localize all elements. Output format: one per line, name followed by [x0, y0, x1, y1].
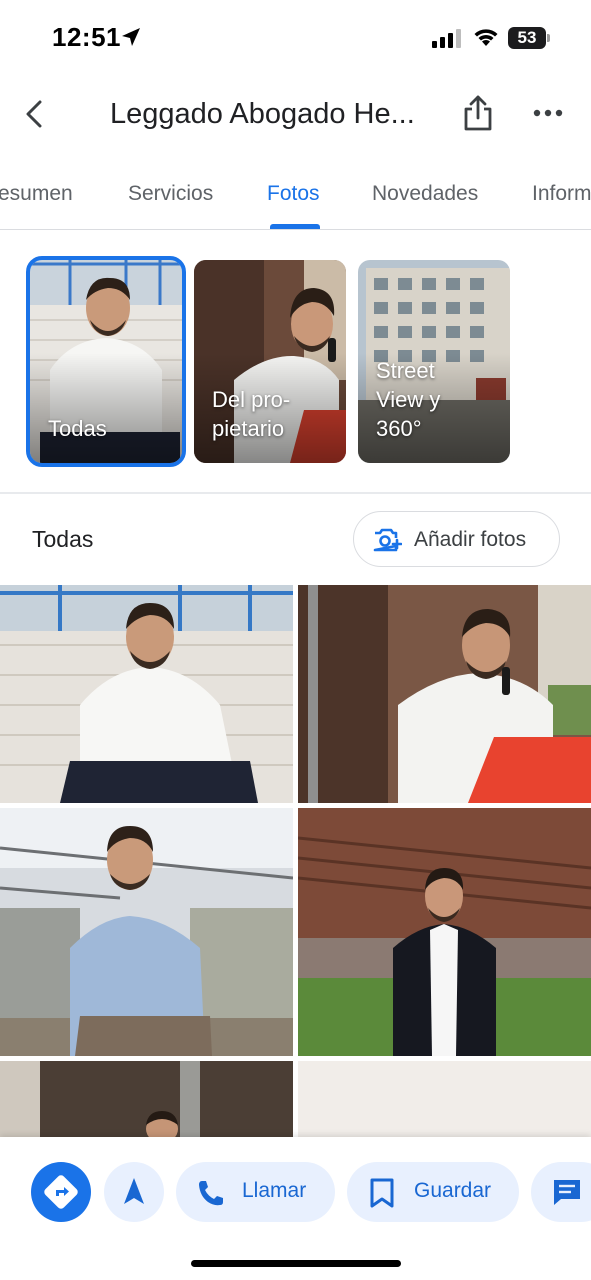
call-label: Llamar	[242, 1179, 307, 1202]
category-card-del-propietario[interactable]: Del pro- pietario	[194, 260, 346, 463]
photo-thumbnail[interactable]	[298, 1061, 591, 1137]
back-arrow-icon[interactable]	[20, 96, 50, 132]
tab-novedades[interactable]: Novedades	[372, 182, 478, 206]
add-photos-button[interactable]: Añadir fotos	[353, 511, 560, 567]
photo-thumbnail[interactable]	[0, 585, 293, 803]
add-photo-camera-icon	[373, 528, 402, 552]
tab-resumen[interactable]: esumen	[0, 182, 73, 206]
add-photos-label: Añadir fotos	[414, 528, 527, 551]
photos-section-title: Todas	[32, 526, 94, 552]
chat-icon	[554, 1180, 580, 1205]
battery-level: 53	[508, 27, 546, 49]
photo-thumbnail[interactable]	[298, 808, 591, 1056]
section-divider	[0, 492, 591, 494]
photo-man-on-phone-laptop	[298, 585, 591, 803]
category-label-todas: Todas	[48, 416, 107, 441]
status-time: 12:51	[52, 22, 121, 52]
category-label-street-view: Street View y 360°	[376, 358, 441, 441]
start-navigation-button[interactable]	[104, 1162, 164, 1222]
tab-servicios[interactable]: Servicios	[128, 182, 213, 206]
home-indicator[interactable]	[191, 1260, 401, 1267]
more-options-icon[interactable]	[533, 106, 563, 120]
wifi-icon	[474, 29, 498, 46]
photo-thumbnail[interactable]	[0, 808, 293, 1056]
photo-man-seated-light-shirt	[0, 808, 293, 1056]
status-bar: 12:51 53	[0, 0, 591, 80]
directions-button[interactable]	[31, 1162, 91, 1222]
message-button[interactable]	[531, 1162, 591, 1222]
share-icon[interactable]	[462, 94, 494, 132]
tab-informacion[interactable]: Inform	[532, 182, 591, 206]
tab-fotos[interactable]: Fotos	[267, 182, 320, 206]
photo-man-standing-blazer	[298, 808, 591, 1056]
location-arrow-icon	[122, 28, 140, 46]
bottom-action-bar: Llamar Guardar	[0, 1137, 591, 1280]
category-label-del-propietario: Del pro- pietario	[212, 387, 291, 441]
photo-thumbnail[interactable]	[0, 1061, 293, 1137]
save-label: Guardar	[414, 1179, 492, 1202]
photo-thumbnail[interactable]	[298, 585, 591, 803]
call-button[interactable]: Llamar	[176, 1162, 335, 1222]
app-header: Leggado Abogado He...	[0, 80, 591, 152]
navigation-arrow-icon	[124, 1178, 144, 1204]
category-card-todas[interactable]: Todas	[26, 256, 186, 467]
photo-man-sitting-stairs	[0, 585, 293, 803]
active-tab-indicator	[270, 224, 320, 229]
photo-man-doorway	[0, 1061, 293, 1137]
bookmark-icon	[370, 1178, 394, 1208]
save-button[interactable]: Guardar	[347, 1162, 519, 1222]
battery-icon: 53	[508, 27, 550, 49]
cellular-signal-icon	[432, 29, 461, 48]
tab-bar: esumen Servicios Fotos Novedades Inform	[0, 160, 591, 230]
category-card-street-view[interactable]: Street View y 360°	[358, 260, 510, 463]
directions-icon	[44, 1175, 78, 1209]
page-title: Leggado Abogado He...	[110, 98, 415, 130]
phone-icon	[199, 1181, 223, 1206]
